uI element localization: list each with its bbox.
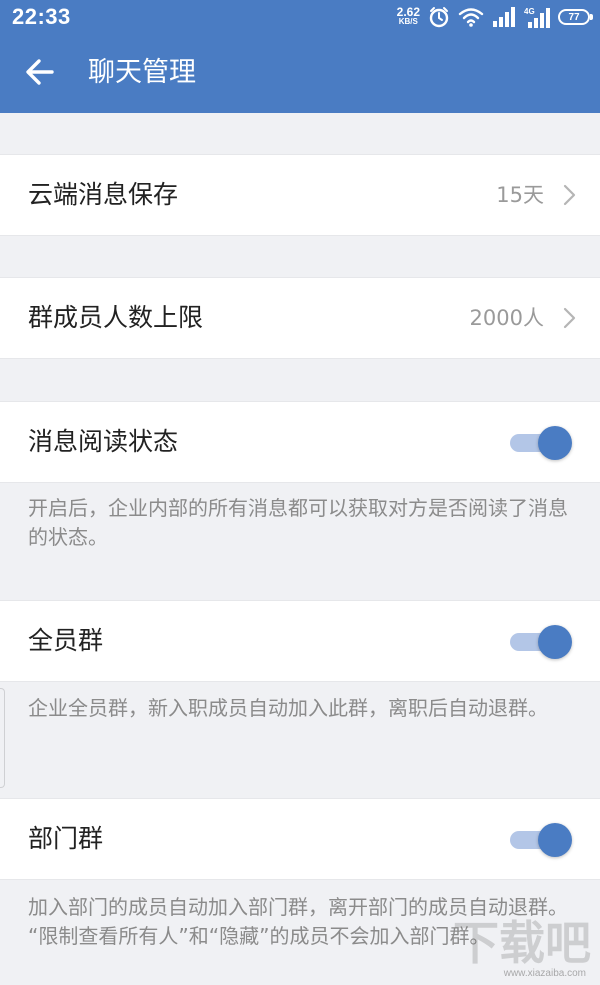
wifi-icon <box>458 8 484 27</box>
arrow-left-icon <box>26 59 54 85</box>
signal-4g-icon: 4G <box>524 7 550 28</box>
battery-level: 77 <box>568 11 580 23</box>
edge-handle[interactable] <box>0 688 5 788</box>
department-group-label: 部门群 <box>28 824 104 853</box>
cloud-storage-row[interactable]: 云端消息保存 15天 <box>0 154 600 236</box>
read-status-row: 消息阅读状态 <box>0 401 600 483</box>
alarm-icon <box>429 7 449 28</box>
app-header: 22:33 2.62 KB/S 4G 77 聊天管理 <box>0 0 600 113</box>
page-title: 聊天管理 <box>88 57 196 88</box>
network-type-label: 4G <box>524 7 535 16</box>
nav-bar: 聊天管理 <box>0 34 600 113</box>
network-speed-unit: KB/S <box>398 17 418 26</box>
back-button[interactable] <box>20 52 60 92</box>
read-status-toggle[interactable] <box>510 426 572 460</box>
signal-icon <box>493 7 515 27</box>
network-speed: 2.62 KB/S <box>396 5 420 27</box>
status-bar: 22:33 2.62 KB/S 4G 77 <box>0 0 600 34</box>
network-speed-value: 2.62 <box>396 5 420 19</box>
group-limit-value: 2000人 <box>469 306 544 330</box>
chevron-right-icon <box>563 184 576 206</box>
read-status-label: 消息阅读状态 <box>28 427 179 456</box>
department-group-toggle[interactable] <box>510 823 572 857</box>
department-group-row: 部门群 <box>0 798 600 880</box>
watermark-url: www.xiazaiba.com <box>503 968 586 979</box>
read-status-description: 开启后，企业内部的所有消息都可以获取对方是否阅读了消息的状态。 <box>28 496 568 549</box>
toggle-knob <box>538 823 572 857</box>
svg-text:下载吧: 下载吧 <box>453 916 591 970</box>
status-icons: 2.62 KB/S 4G 77 <box>396 5 593 29</box>
all-staff-group-label: 全员群 <box>28 626 104 655</box>
watermark-logo: 下载吧 <box>453 916 591 970</box>
battery-icon: 77 <box>558 9 593 25</box>
chevron-right-icon <box>563 307 576 329</box>
all-staff-group-row: 全员群 <box>0 600 600 682</box>
group-limit-row[interactable]: 群成员人数上限 2000人 <box>0 277 600 359</box>
cloud-storage-value: 15天 <box>496 183 544 207</box>
toggle-knob <box>538 426 572 460</box>
all-staff-group-description: 企业全员群，新入职成员自动加入此群，离职后自动退群。 <box>28 696 548 720</box>
group-limit-label: 群成员人数上限 <box>28 303 204 332</box>
toggle-knob <box>538 625 572 659</box>
status-time: 22:33 <box>12 4 71 29</box>
cloud-storage-label: 云端消息保存 <box>28 180 179 209</box>
all-staff-group-toggle[interactable] <box>510 625 572 659</box>
